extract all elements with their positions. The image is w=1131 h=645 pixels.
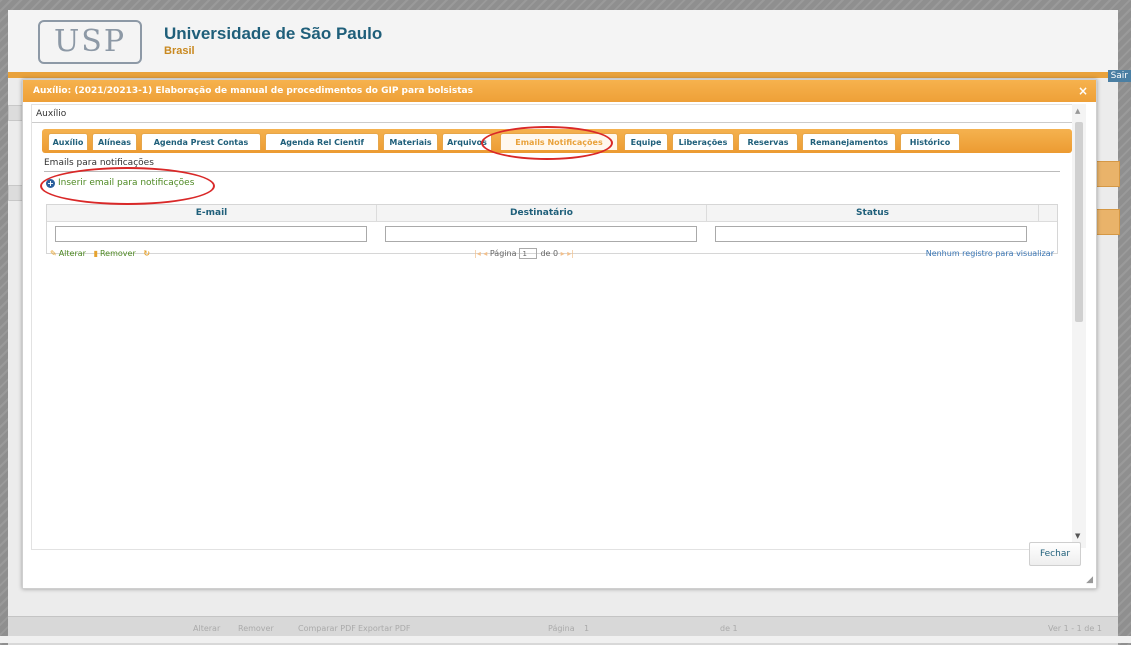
scroll-up-icon[interactable]: ▲ — [1075, 107, 1080, 115]
tab-auxilio[interactable]: Auxílio — [48, 133, 88, 150]
page-label: Página — [489, 249, 517, 258]
tab-agenda-rel-cientif[interactable]: Agenda Rel Cientif — [265, 133, 379, 150]
background-page-of: de 1 — [720, 624, 738, 633]
page-input[interactable]: 1 — [519, 248, 538, 259]
dialog-title: Auxílio: (2021/20213-1) Elaboração de ma… — [23, 80, 1096, 102]
first-page-icon[interactable]: |◂ — [474, 249, 481, 258]
tab-reservas[interactable]: Reservas — [738, 133, 798, 150]
divider — [32, 122, 1072, 123]
column-header-status[interactable]: Status — [707, 205, 1039, 221]
section-label: Emails para notificações — [44, 158, 154, 168]
auxilio-dialog: Auxílio: (2021/20213-1) Elaboração de ma… — [22, 79, 1097, 589]
remove-button[interactable]: ▮ Remover — [94, 249, 136, 258]
dialog-content: Auxílio Auxílio Alíneas Agenda Prest Con… — [31, 104, 1073, 550]
background-pdf-link: Comparar PDF — [298, 624, 356, 633]
background-block — [1093, 161, 1120, 187]
tab-bar: Auxílio Alíneas Agenda Prest Contas Agen… — [42, 129, 1072, 153]
alter-label: Alterar — [58, 249, 86, 258]
refresh-icon[interactable]: ↻ — [143, 249, 150, 258]
tab-equipe[interactable]: Equipe — [624, 133, 668, 150]
background-page-input: 1 — [584, 624, 590, 633]
grid-pager: ✎ Alterar ▮ Remover ↻ |◂ ◂ Página 1 de 0 ▸ ▸… — [46, 246, 1056, 262]
tab-alineas[interactable]: Alíneas — [92, 133, 137, 150]
resize-handle-icon[interactable]: ◢ — [1086, 575, 1093, 585]
pager-navigation: |◂ ◂ Página 1 de 0 ▸ ▸| — [474, 248, 574, 259]
divider — [44, 171, 1060, 172]
add-icon: + — [46, 179, 55, 188]
page-of: de 0 — [540, 249, 559, 258]
tab-liberacoes[interactable]: Liberações — [672, 133, 734, 150]
background-export-link: Exportar PDF — [358, 624, 411, 633]
pencil-icon: ✎ — [50, 249, 57, 258]
background-alter-link: Alterar — [193, 624, 221, 633]
grid-header: E-mail Destinatário Status — [47, 205, 1057, 222]
close-button[interactable]: Fechar — [1029, 542, 1081, 566]
tab-emails-notificacoes[interactable]: Emails Notificações — [500, 133, 618, 150]
trash-icon: ▮ — [93, 249, 98, 258]
background-block — [1093, 209, 1120, 235]
panel-label: Auxílio — [36, 109, 67, 119]
no-records-text: Nenhum registro para visualizar — [925, 249, 1054, 258]
add-email-label: Inserir email para notificações — [58, 178, 195, 188]
background-remove-link: Remover — [238, 624, 274, 633]
alter-button[interactable]: ✎ Alterar — [50, 249, 86, 258]
status-filter-input[interactable] — [715, 226, 1027, 242]
university-name: Universidade de São Paulo — [164, 24, 383, 43]
next-page-icon[interactable]: ▸ — [561, 249, 565, 258]
tab-agenda-prest-contas[interactable]: Agenda Prest Contas — [141, 133, 261, 150]
tab-historico[interactable]: Histórico — [900, 133, 960, 150]
remove-label: Remover — [99, 249, 136, 258]
site-header: USP Universidade de São Paulo Brasil — [8, 10, 1118, 72]
usp-logo: USP — [38, 20, 142, 64]
add-email-link[interactable]: + Inserir email para notificações — [46, 178, 194, 188]
destinatario-filter-input[interactable] — [385, 226, 697, 242]
column-header-email[interactable]: E-mail — [47, 205, 377, 221]
pager-actions: ✎ Alterar ▮ Remover ↻ — [50, 249, 152, 258]
tab-materiais[interactable]: Materiais — [383, 133, 438, 150]
prev-page-icon[interactable]: ◂ — [483, 249, 487, 258]
close-icon[interactable]: × — [1078, 84, 1088, 98]
university-country: Brasil — [164, 45, 195, 57]
last-page-icon[interactable]: ▸| — [567, 249, 574, 258]
email-filter-input[interactable] — [55, 226, 367, 242]
background-record-count: Ver 1 - 1 de 1 — [1048, 624, 1102, 633]
horizontal-scrollbar[interactable] — [0, 636, 1131, 643]
vertical-scrollbar[interactable]: ▲ ▼ — [1072, 104, 1086, 548]
column-header-destinatario[interactable]: Destinatário — [377, 205, 707, 221]
tab-arquivos[interactable]: Arquivos — [442, 133, 492, 150]
scroll-thumb[interactable] — [1075, 122, 1083, 322]
tab-remanejamentos[interactable]: Remanejamentos — [802, 133, 896, 150]
scroll-down-icon[interactable]: ▼ — [1075, 532, 1080, 540]
logout-link[interactable]: Sair — [1107, 70, 1131, 82]
site-nav-bar — [8, 72, 1118, 78]
background-page-label: Página — [548, 624, 575, 633]
